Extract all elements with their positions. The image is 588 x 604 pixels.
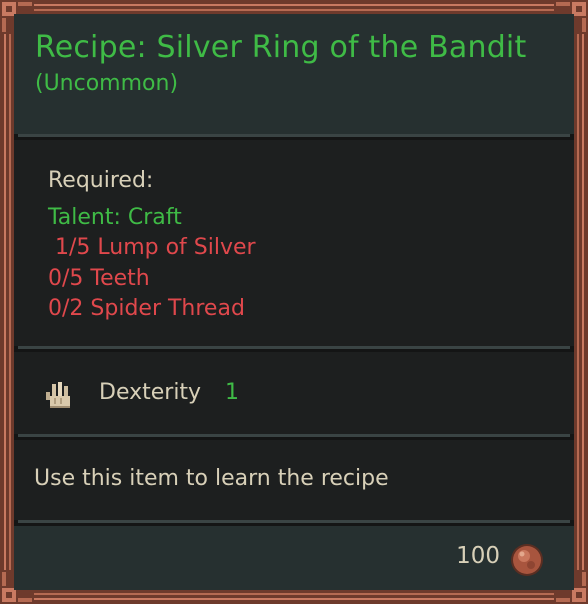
item-title: Recipe: Silver Ring of the Bandit [35, 30, 527, 65]
ingredient-requirement: 0/2 Spider Thread [48, 296, 245, 321]
stat-value: 1 [225, 380, 239, 405]
hand-icon [46, 382, 70, 408]
item-rarity: (Uncommon) [35, 71, 179, 96]
requirements-heading: Required: [48, 168, 154, 193]
ingredient-requirement: 0/5 Teeth [48, 266, 150, 291]
coin-icon [511, 544, 543, 576]
stat-section [14, 352, 574, 434]
talent-requirement: Talent: Craft [48, 205, 182, 230]
stat-name: Dexterity [99, 380, 202, 405]
item-price: 100 [456, 543, 500, 569]
item-description: Use this item to learn the recipe [34, 466, 389, 491]
requirements-section: Required: Talent: Craft 1/5 Lump of Silv… [14, 140, 574, 346]
ingredient-requirement: 1/5 Lump of Silver [48, 235, 256, 260]
